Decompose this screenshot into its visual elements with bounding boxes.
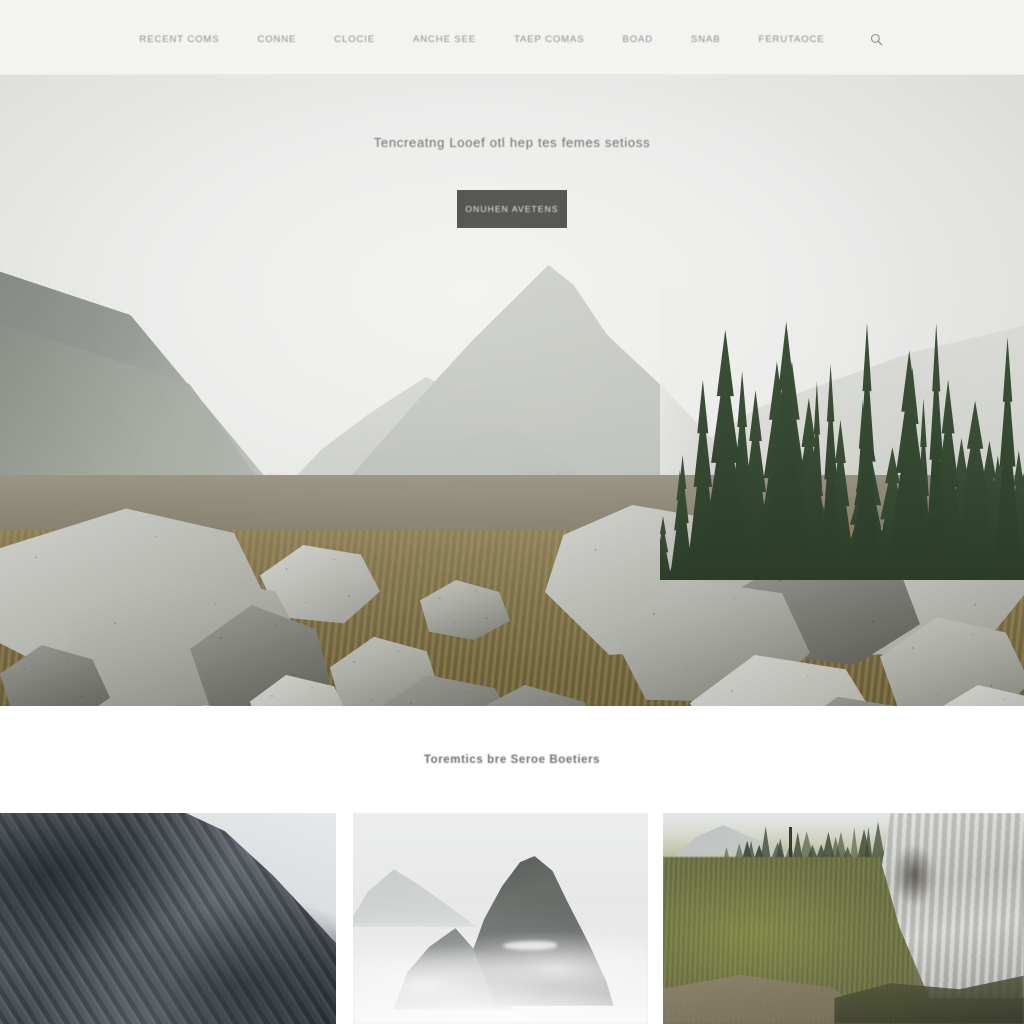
nav-item-2[interactable]: Clocie	[334, 34, 375, 45]
nav-item-4[interactable]: Taep Comas	[514, 34, 584, 45]
feature-section: Toremtics bre Seroe Boetiers	[0, 706, 1024, 813]
gallery-gutter-1	[336, 813, 353, 1024]
gallery-gutter-2	[648, 813, 663, 1024]
site-header: Recent Coms Conne Clocie Anche See Taep …	[0, 0, 1024, 75]
hero-cta-button[interactable]: Onuhen Avetens	[457, 190, 567, 228]
nav-item-7[interactable]: Ferutaoce	[759, 34, 825, 45]
gallery-card-1[interactable]	[0, 813, 336, 1024]
nav-item-0[interactable]: Recent Coms	[140, 34, 220, 45]
main-navigation: Recent Coms Conne Clocie Anche See Taep …	[0, 30, 1024, 48]
search-icon[interactable]	[868, 31, 884, 47]
nav-item-3[interactable]: Anche See	[413, 34, 476, 45]
hero-cta-label: Onuhen Avetens	[465, 204, 559, 214]
gallery-card-3-rock-stain	[888, 831, 940, 919]
nav-item-5[interactable]: Boad	[622, 34, 653, 45]
gallery-card-3[interactable]	[663, 813, 1024, 1024]
nav-item-6[interactable]: Snab	[691, 34, 720, 45]
feature-heading: Toremtics bre Seroe Boetiers	[423, 753, 601, 766]
hero-headline: Tencreatng Looef otl hep tes femes setio…	[373, 135, 651, 150]
gallery-card-2[interactable]	[353, 813, 648, 1024]
nav-item-1[interactable]: Conne	[257, 34, 296, 45]
hero-section: Tencreatng Looef otl hep tes femes setio…	[0, 75, 1024, 706]
gallery-card-2-fog	[353, 813, 648, 1024]
gallery-section	[0, 813, 1024, 1024]
gallery-card-1-shading	[0, 813, 336, 1024]
